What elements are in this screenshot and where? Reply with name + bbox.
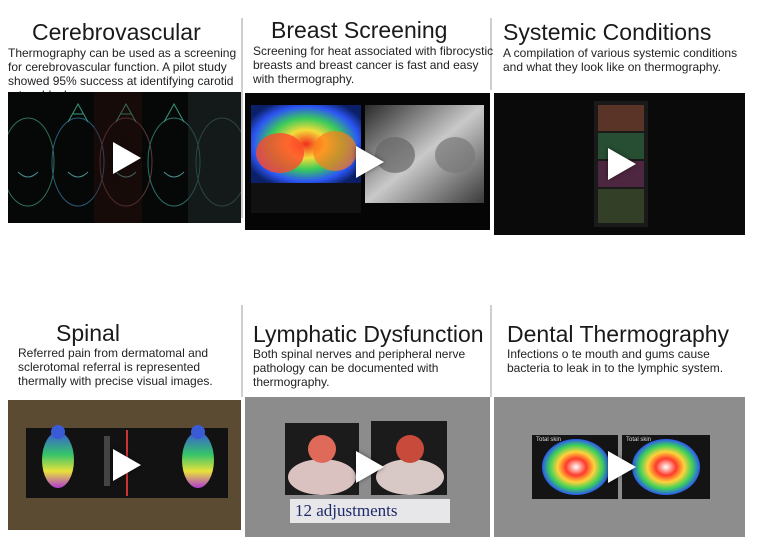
card-title: Lymphatic Dysfunction	[253, 321, 484, 347]
card-title: Cerebrovascular	[32, 19, 201, 45]
video-thumbnail[interactable]	[245, 93, 490, 230]
play-icon[interactable]	[355, 145, 384, 178]
card-spinal: Spinal Referred pain from dermatomal and…	[0, 305, 241, 537]
video-thumbnail[interactable]	[8, 92, 241, 223]
thermal-stats-readout	[255, 187, 355, 209]
video-thumbnail[interactable]	[8, 400, 241, 530]
video-thumbnail[interactable]	[494, 93, 745, 235]
card-description: Referred pain from dermatomal and sclero…	[18, 346, 213, 388]
video-thumbnail[interactable]: Total skin Total skin	[494, 397, 745, 537]
card-description: Screening for heat associated with fibro…	[253, 44, 494, 86]
play-icon[interactable]	[607, 451, 636, 483]
card-description: Both spinal nerves and peripheral nerve …	[253, 347, 466, 389]
play-icon[interactable]	[112, 449, 141, 481]
card-systemic-conditions: Systemic Conditions A compilation of var…	[494, 0, 759, 240]
play-icon[interactable]	[355, 451, 384, 483]
card-title: Breast Screening	[271, 17, 448, 43]
column-divider	[241, 18, 243, 218]
card-description: Thermography can be used as a screening …	[8, 46, 237, 92]
card-description: A compilation of various systemic condit…	[503, 46, 738, 74]
thermal-label: Total skin	[536, 437, 562, 443]
card-description: Infections o te mouth and gums cause bac…	[507, 347, 724, 375]
video-thumbnail[interactable]: 12 adjustments	[245, 397, 490, 537]
card-cerebrovascular: Cerebrovascular Thermography can be used…	[0, 0, 241, 230]
card-lymphatic-dysfunction: Lymphatic Dysfunction Both spinal nerves…	[244, 305, 490, 537]
column-divider	[490, 305, 492, 397]
play-icon[interactable]	[112, 141, 141, 174]
play-icon[interactable]	[607, 148, 636, 180]
video-caption: 12 adjustments	[295, 501, 398, 520]
card-title: Dental Thermography	[507, 321, 730, 347]
card-breast-screening: Breast Screening Screening for heat asso…	[244, 0, 493, 230]
card-title: Spinal	[56, 320, 120, 346]
column-divider	[241, 305, 243, 397]
card-title: Systemic Conditions	[503, 19, 712, 45]
card-dental-thermography: Dental Thermography Infections o te mout…	[494, 305, 759, 537]
thermal-label: Total skin	[626, 437, 652, 443]
